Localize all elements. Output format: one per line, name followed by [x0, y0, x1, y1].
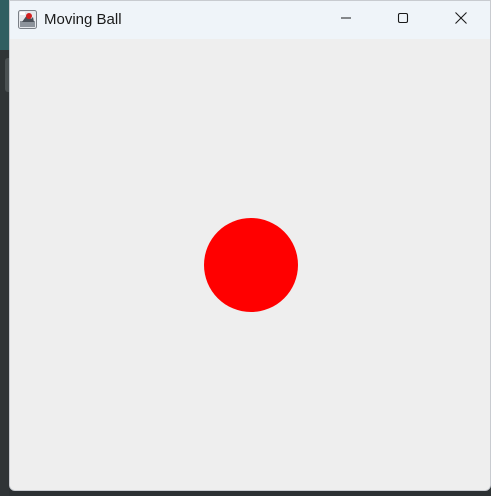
app-window: Moving Ball [9, 0, 491, 491]
close-icon [454, 11, 468, 30]
maximize-button[interactable] [380, 1, 426, 39]
title-bar[interactable]: Moving Ball [10, 1, 490, 39]
minimize-button[interactable] [323, 1, 369, 39]
red-ball [204, 218, 298, 312]
maximize-icon [397, 11, 409, 29]
minimize-icon [340, 11, 352, 29]
java-app-icon[interactable] [18, 10, 37, 29]
close-button[interactable] [438, 1, 484, 39]
window-title: Moving Ball [44, 11, 122, 28]
drawing-canvas [10, 39, 490, 490]
desktop-background-top [0, 0, 9, 50]
